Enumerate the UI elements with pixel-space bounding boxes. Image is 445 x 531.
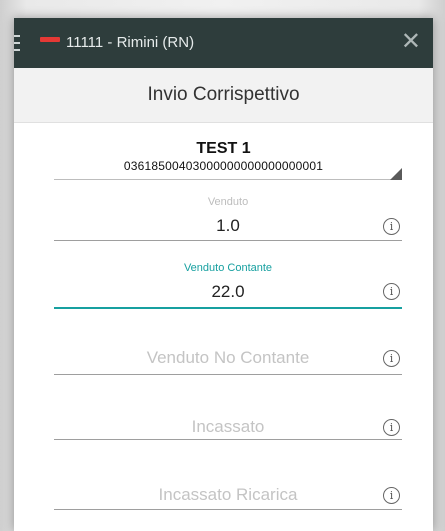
venduto-contante-underline: [54, 307, 402, 309]
venduto-underline: [54, 240, 402, 241]
app-window: 11111 - Rimini (RN) ✕ Invio Corrispettiv…: [14, 18, 433, 531]
incassato-ricarica-placeholder[interactable]: Incassato Ricarica: [54, 485, 402, 505]
info-icon[interactable]: i: [383, 350, 400, 367]
venduto-no-contante-field[interactable]: Venduto No Contante i: [54, 344, 402, 384]
page-title: Invio Corrispettivo: [14, 68, 433, 123]
info-icon[interactable]: i: [383, 487, 400, 504]
app-title: 11111 - Rimini (RN): [66, 34, 195, 51]
incassato-placeholder[interactable]: Incassato: [54, 417, 402, 437]
incassato-ricarica-field[interactable]: Incassato Ricarica i: [54, 483, 402, 523]
logo-icon: [40, 37, 60, 42]
venduto-label: Venduto: [207, 196, 249, 208]
dropdown-arrow-icon[interactable]: [390, 168, 402, 180]
incassato-underline: [54, 439, 402, 440]
select-underline: [54, 179, 402, 180]
venduto-field[interactable]: Venduto 1.0 i: [54, 196, 402, 256]
info-icon[interactable]: i: [383, 283, 400, 300]
venduto-contante-value[interactable]: 22.0: [54, 282, 402, 302]
hamburger-icon[interactable]: [14, 35, 20, 51]
venduto-contante-field[interactable]: Venduto Contante 22.0 i: [54, 262, 402, 322]
incassato-field[interactable]: Incassato i: [54, 414, 402, 454]
venduto-no-contante-underline: [54, 374, 402, 375]
incassato-ricarica-underline: [54, 509, 402, 510]
venduto-value[interactable]: 1.0: [54, 216, 402, 236]
app-bar: 11111 - Rimini (RN) ✕: [14, 18, 433, 68]
close-icon[interactable]: ✕: [401, 28, 421, 56]
info-icon[interactable]: i: [383, 218, 400, 235]
device-serial: 03618500403000000000000000001: [123, 159, 324, 173]
device-name: TEST 1: [196, 140, 251, 157]
info-icon[interactable]: i: [383, 419, 400, 436]
venduto-no-contante-placeholder[interactable]: Venduto No Contante: [54, 348, 402, 368]
venduto-contante-label: Venduto Contante: [183, 262, 273, 274]
